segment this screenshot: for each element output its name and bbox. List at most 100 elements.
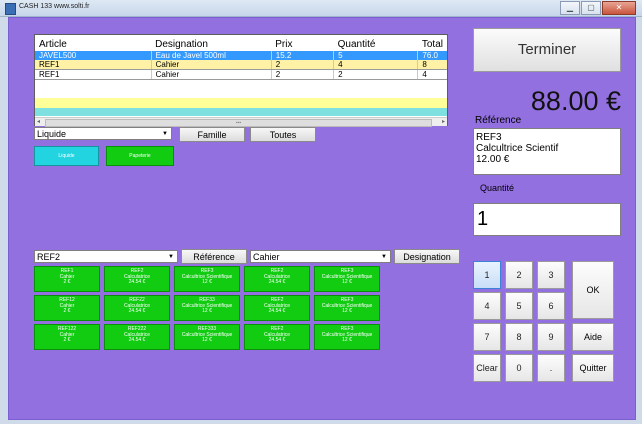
minimize-button[interactable]: ▁ (560, 1, 580, 15)
key-9[interactable]: 9 (537, 323, 565, 351)
key-0[interactable]: 0 (505, 354, 533, 382)
tile-price: 12 € (342, 279, 352, 286)
product-tile[interactable]: REF333 Calcultrice Scientifique 12 € (174, 324, 240, 350)
chevron-down-icon: ▼ (162, 131, 168, 137)
product-tile[interactable]: REF33 Calcultrice Scientifique 12 € (174, 295, 240, 321)
product-tile[interactable]: REF1 Cahier 2 € (34, 266, 100, 292)
key-5[interactable]: 5 (505, 292, 533, 320)
tile-price: 12 € (342, 337, 352, 344)
close-button[interactable]: ✕ (602, 1, 636, 15)
key-8[interactable]: 8 (505, 323, 533, 351)
key-2[interactable]: 2 (505, 261, 533, 289)
ref-price: 12.00 € (476, 154, 510, 165)
tile-price: 12 € (202, 308, 212, 315)
key-clear[interactable]: Clear (473, 354, 501, 382)
tile-price: 12 € (202, 337, 212, 344)
product-tile[interactable]: REF3 Calcultrice Scientifique 12 € (314, 324, 380, 350)
product-tiles: REF1 Cahier 2 € REF2 Calculatrice 24.54 € RE… (34, 266, 380, 354)
product-tile[interactable]: REF3 Calcultrice Scientifique 12 € (314, 295, 380, 321)
table-row[interactable]: REF1 Cahier 2 4 8 (35, 60, 447, 70)
designation-select[interactable]: Cahier ▼ (250, 250, 391, 263)
famille-button[interactable]: Famille (179, 127, 245, 142)
cell-designation: Eau de Javel 500ml (150, 51, 272, 60)
grid-empty-row (35, 98, 447, 108)
window-title: CASH 133 www.solti.fr (19, 3, 90, 10)
col-header-prix[interactable]: Prix (271, 35, 334, 51)
chevron-down-icon: ▼ (381, 254, 387, 260)
tile-price: 2 € (63, 308, 71, 315)
tile-price: 2 € (63, 279, 71, 286)
category-select-value: Liquide (37, 129, 67, 139)
title-bar: CASH 133 www.solti.fr ▁ ▢ ✕ (0, 0, 642, 17)
key-3[interactable]: 3 (537, 261, 565, 289)
maximize-button[interactable]: ▢ (581, 1, 601, 15)
product-tile[interactable]: REF2 Calculatrice 24.54 € (244, 324, 310, 350)
reference-info-box: REF3 Calcultrice Scientif 12.00 € (473, 128, 621, 175)
aide-button[interactable]: Aide (572, 323, 614, 351)
product-tile[interactable]: REF3 Calcultrice Scientifique 12 € (314, 266, 380, 292)
reference-button[interactable]: Référence (181, 249, 247, 264)
cell-total: 76.0 (417, 51, 447, 60)
table-row[interactable]: JAVEL500 Eau de Javel 500ml 15.2 5 76.0 (35, 51, 447, 60)
horizontal-scrollbar[interactable]: ◂ ▪▪▪ ▸ (35, 117, 447, 127)
terminer-button[interactable]: Terminer (473, 28, 621, 72)
key-1[interactable]: 1 (473, 261, 501, 289)
cell-prix: 2 (270, 69, 334, 80)
order-grid[interactable]: Article Designation Prix Quantité Total … (34, 34, 448, 127)
quantite-input[interactable]: 1 (473, 203, 621, 236)
cell-designation: Cahier (150, 69, 272, 80)
cell-article: REF1 (35, 69, 152, 80)
cell-designation: Cahier (150, 60, 272, 70)
col-header-designation[interactable]: Designation (151, 35, 272, 51)
reference-select-value: REF2 (37, 252, 61, 262)
category-button-liquide[interactable]: Liquide (34, 146, 99, 166)
cell-total: 4 (417, 69, 447, 80)
product-tile[interactable]: REF2 Calculatrice 24.54 € (244, 295, 310, 321)
category-select[interactable]: Liquide ▼ (34, 127, 172, 140)
tile-price: 24.54 € (268, 337, 286, 344)
ok-button[interactable]: OK (572, 261, 614, 319)
cell-article: JAVEL500 (35, 51, 152, 60)
tile-price: 24.54 € (268, 279, 286, 286)
designation-button[interactable]: Designation (394, 249, 460, 264)
cell-prix: 2 (270, 60, 334, 70)
key-7[interactable]: 7 (473, 323, 501, 351)
toutes-button[interactable]: Toutes (250, 127, 316, 142)
designation-select-value: Cahier (253, 252, 280, 262)
app-icon (5, 3, 16, 15)
cell-total: 8 (417, 60, 447, 70)
category-button-papeterie[interactable]: Papeterie (106, 146, 174, 166)
col-header-quantite[interactable]: Quantité (333, 35, 418, 51)
col-header-total[interactable]: Total (417, 35, 447, 51)
quitter-button[interactable]: Quitter (572, 354, 614, 382)
key-6[interactable]: 6 (537, 292, 565, 320)
grid-empty-row (35, 108, 447, 116)
product-tile[interactable]: REF22 Calculatrice 24.54 € (104, 295, 170, 321)
scroll-right-icon[interactable]: ▸ (442, 118, 445, 125)
product-tile[interactable]: REF122 Cahier 2 € (34, 324, 100, 350)
cell-quantite: 2 (333, 69, 418, 80)
ref-name: Calcultrice Scientif (476, 143, 559, 154)
chevron-down-icon: ▼ (168, 254, 174, 260)
tile-price: 24.54 € (128, 337, 146, 344)
ref-code: REF3 (476, 132, 502, 143)
tile-price: 12 € (342, 308, 352, 315)
key-4[interactable]: 4 (473, 292, 501, 320)
key-dot[interactable]: . (537, 354, 565, 382)
scroll-left-icon[interactable]: ◂ (37, 118, 40, 125)
table-row[interactable]: REF1 Cahier 2 2 4 (35, 69, 447, 80)
product-tile[interactable]: REF2 Calculatrice 24.54 € (104, 266, 170, 292)
cell-quantite: 4 (333, 60, 418, 70)
scroll-thumb[interactable]: ▪▪▪ (45, 119, 432, 127)
app-client-area: Article Designation Prix Quantité Total … (8, 17, 636, 420)
product-tile[interactable]: REF12 Cahier 2 € (34, 295, 100, 321)
total-amount: 88.00 € (530, 86, 621, 116)
tile-price: 24.54 € (128, 308, 146, 315)
product-tile[interactable]: REF3 Calcultrice Scientifique 12 € (174, 266, 240, 292)
col-header-article[interactable]: Article (35, 35, 152, 51)
cell-prix: 15.2 (270, 51, 334, 60)
product-tile[interactable]: REF2 Calculatrice 24.54 € (244, 266, 310, 292)
reference-label: Référence (475, 115, 522, 126)
product-tile[interactable]: REF222 Calculatrice 24.54 € (104, 324, 170, 350)
reference-select[interactable]: REF2 ▼ (34, 250, 178, 263)
